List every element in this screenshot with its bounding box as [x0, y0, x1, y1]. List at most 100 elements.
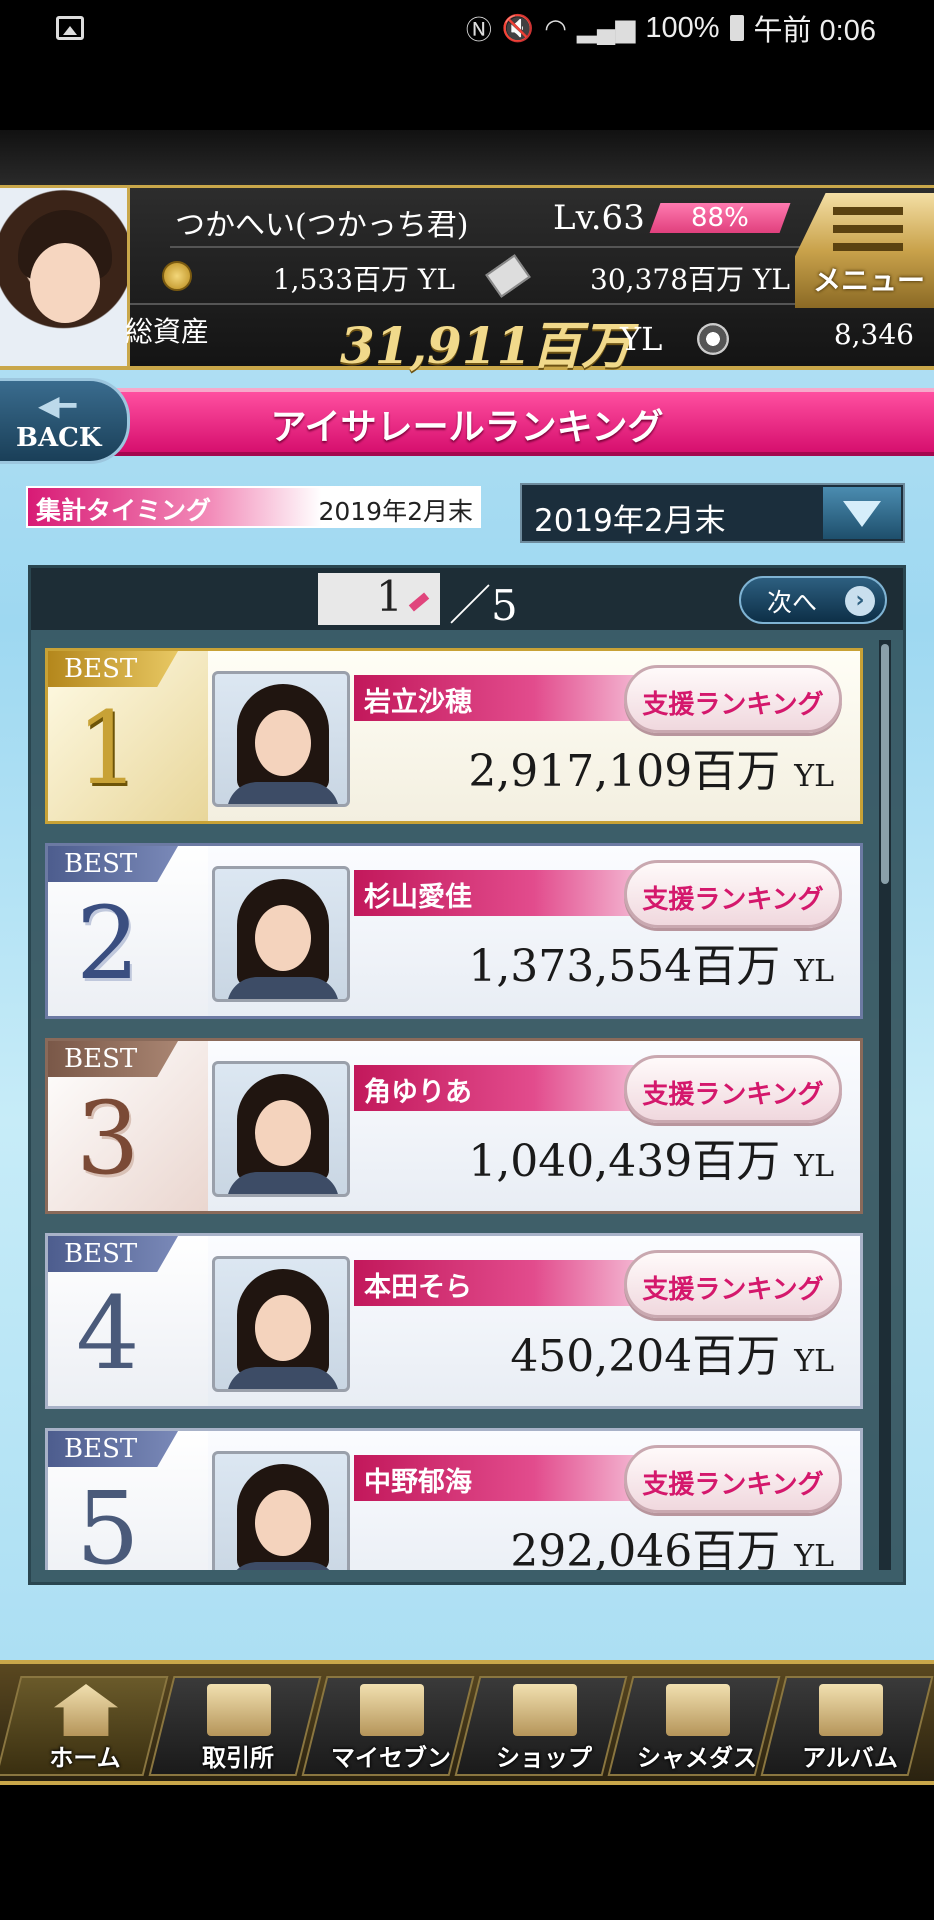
photo-face [255, 1100, 311, 1166]
ranking-card[interactable]: BEST 1 岩立沙穂 支援ランキング 2,917,109百万 YL [45, 648, 863, 824]
player-name: つかへい(つかっち君) [175, 208, 469, 243]
photo-body [227, 1367, 339, 1389]
photo-face [255, 1295, 311, 1361]
amount-value: 1,040,439百万 [468, 1136, 781, 1187]
timing-dropdown[interactable]: 2019年2月末 [520, 483, 905, 543]
menu-icon [833, 207, 903, 257]
back-button[interactable]: ◀━ BACK [0, 378, 130, 464]
stock-certificate-icon [485, 254, 531, 298]
member-photo[interactable] [212, 1451, 350, 1570]
page-title-bar: アイサレールランキング [90, 388, 934, 456]
sales-amount: 292,046百万 YL [354, 1515, 834, 1570]
amount-value: 292,046百万 [510, 1526, 781, 1570]
photo-face [255, 1490, 311, 1556]
ranking-card[interactable]: BEST 2 杉山愛佳 支援ランキング 1,373,554百万 YL [45, 843, 863, 1019]
current-page[interactable]: 1 [376, 572, 403, 621]
member-photo[interactable] [212, 1256, 350, 1392]
level-progress-badge: 88% [649, 203, 791, 233]
support-ranking-label: 支援ランキング [642, 1080, 824, 1110]
amount-unit: YL [794, 1539, 834, 1570]
support-ranking-label: 支援ランキング [642, 885, 824, 915]
nav-item-inner: マイセブン [316, 1678, 460, 1774]
player-avatar[interactable] [0, 188, 130, 366]
timing-value: 2019年2月末 [318, 497, 473, 526]
member-name-bar: 本田そら [354, 1260, 654, 1306]
member-photo[interactable] [212, 671, 350, 807]
cash-value: 1,533百万 YL [272, 263, 455, 296]
member-photo[interactable] [212, 866, 350, 1002]
album-icon [819, 1684, 883, 1736]
mute-icon: 🔇 [501, 12, 535, 43]
wifi-icon: ◠ [544, 12, 567, 43]
header-divider [130, 303, 810, 305]
amount-unit: YL [794, 759, 834, 794]
ranking-card[interactable]: BEST 4 本田そら 支援ランキング 450,204百万 YL [45, 1233, 863, 1409]
amount-value: 1,373,554百万 [468, 941, 781, 992]
nav-label: ホーム [49, 1744, 121, 1772]
support-ranking-button[interactable]: 支援ランキング [624, 665, 842, 733]
amount-value: 450,204百万 [510, 1331, 781, 1382]
back-arrow-icon: ◀━ [38, 389, 77, 422]
photo-face [255, 905, 311, 971]
total-assets-label: 総資産 [125, 315, 210, 348]
ranking-list[interactable]: BEST 1 岩立沙穂 支援ランキング 2,917,109百万 YL BEST … [45, 648, 875, 1570]
nav-home[interactable]: ホーム [0, 1676, 169, 1776]
total-pages: ／5 [449, 581, 518, 630]
chip-icon [697, 323, 729, 355]
rank-number: 2 [76, 885, 140, 1002]
nav-item-inner: 取引所 [163, 1678, 307, 1774]
signal-icon: ▂▄▆ [576, 12, 636, 43]
nav-shop[interactable]: ショップ [454, 1676, 628, 1776]
page-title: アイサレールランキング [270, 407, 664, 448]
photo-face [255, 710, 311, 776]
rank-number: 5 [76, 1470, 140, 1570]
member-name: 中野郁海 [364, 1467, 472, 1498]
level-progress: 88% [691, 203, 749, 233]
support-ranking-button[interactable]: 支援ランキング [624, 860, 842, 928]
sales-amount: 450,204百万 YL [354, 1320, 834, 1384]
nav-label: ショップ [496, 1744, 592, 1772]
status-right: Ⓝ 🔇 ◠ ▂▄▆ 100% 午前 0:06 [466, 8, 876, 48]
nav-my-seven[interactable]: マイセブン [301, 1676, 475, 1776]
chevron-right-icon: › [845, 586, 875, 616]
member-name-bar: 杉山愛佳 [354, 870, 654, 916]
amount-unit: YL [794, 1149, 834, 1184]
nav-item-inner: アルバム [775, 1678, 919, 1774]
status-bar: Ⓝ 🔇 ◠ ▂▄▆ 100% 午前 0:06 [0, 0, 934, 60]
member-name: 角ゆりあ [364, 1077, 472, 1108]
nav-exchange[interactable]: 取引所 [148, 1676, 322, 1776]
player-level: Lv.63 [553, 198, 645, 238]
battery-percent: 100% [645, 11, 720, 44]
members-icon [360, 1684, 424, 1736]
ranking-card[interactable]: BEST 3 角ゆりあ 支援ランキング 1,040,439百万 YL [45, 1038, 863, 1214]
pager: 1 ／5 次へ › [31, 568, 903, 630]
ranking-card[interactable]: BEST 5 中野郁海 支援ランキング 292,046百万 YL [45, 1428, 863, 1570]
nav-album[interactable]: アルバム [760, 1676, 934, 1776]
support-ranking-button[interactable]: 支援ランキング [624, 1250, 842, 1318]
scrollbar-thumb[interactable] [881, 644, 889, 884]
rank-number: 3 [76, 1080, 140, 1197]
member-photo[interactable] [212, 1061, 350, 1197]
timing-label: 集計タイミング [36, 496, 212, 525]
dropdown-arrow-icon[interactable] [823, 487, 901, 539]
support-ranking-button[interactable]: 支援ランキング [624, 1445, 842, 1513]
member-name-bar: 岩立沙穂 [354, 675, 654, 721]
support-ranking-button[interactable]: 支援ランキング [624, 1055, 842, 1123]
member-name-bar: 角ゆりあ [354, 1065, 654, 1111]
nav-item-inner: シャメダス [622, 1678, 766, 1774]
coin-icon [162, 261, 192, 291]
nav-label: 取引所 [202, 1744, 274, 1772]
sales-amount: 1,373,554百万 YL [354, 930, 834, 994]
sales-amount: 2,917,109百万 YL [354, 735, 834, 799]
nav-shamedas[interactable]: シャメダス [607, 1676, 781, 1776]
menu-button[interactable]: メニュー [795, 193, 934, 308]
nav-label: シャメダス [637, 1744, 757, 1772]
photo-body [227, 782, 339, 804]
shop-icon [513, 1684, 577, 1736]
amount-unit: YL [794, 1344, 834, 1379]
photo-body [227, 977, 339, 999]
clock: 午前 0:06 [753, 15, 877, 47]
member-name: 岩立沙穂 [364, 687, 472, 718]
nav-label: アルバム [802, 1744, 898, 1772]
next-page-button[interactable]: 次へ › [739, 576, 887, 624]
